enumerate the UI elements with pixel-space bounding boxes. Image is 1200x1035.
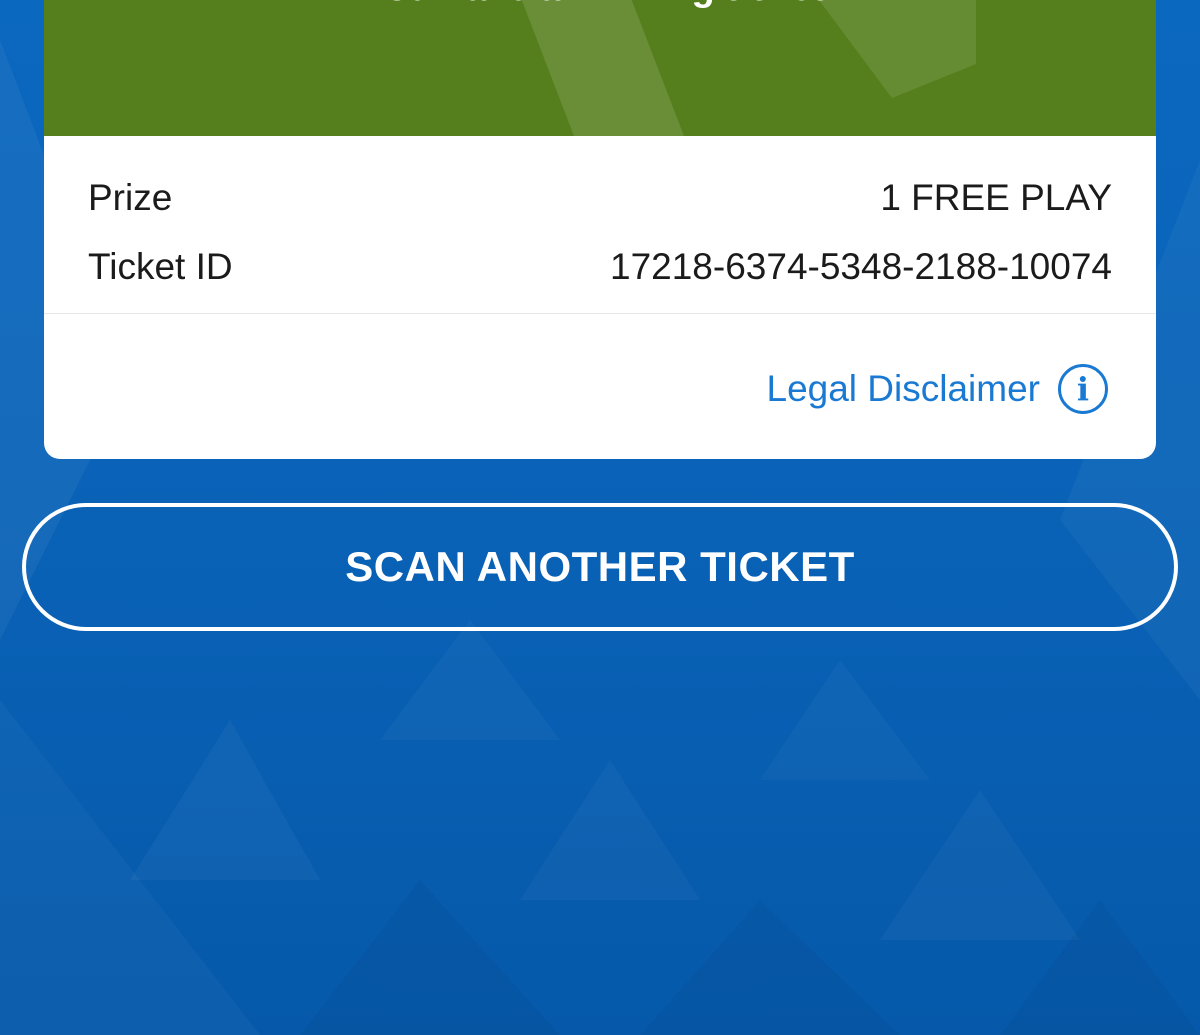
ticket-id-label: Ticket ID [88,246,233,287]
prize-label: Prize [88,177,173,218]
prize-value: 1 FREE PLAY [880,177,1112,218]
divider [44,313,1156,314]
ticket-id-row: Ticket ID 17218-6374-5348-2188-10074 [88,242,1112,292]
prize-row: Prize 1 FREE PLAY [88,173,1112,223]
info-icon[interactable]: i [1058,364,1108,414]
ticket-id-value: 17218-6374-5348-2188-10074 [610,246,1112,287]
banner-title: You have a winning ticket! [44,0,1156,10]
winning-banner: You have a winning ticket! [44,0,1156,136]
legal-disclaimer-label: Legal Disclaimer [766,368,1041,409]
banner-decoration [521,0,976,136]
legal-disclaimer-link[interactable]: Legal Disclaimer i [766,360,1108,418]
scan-another-ticket-button[interactable]: SCAN ANOTHER TICKET [22,503,1178,631]
result-card: You have a winning ticket! Prize 1 FREE … [44,0,1156,459]
